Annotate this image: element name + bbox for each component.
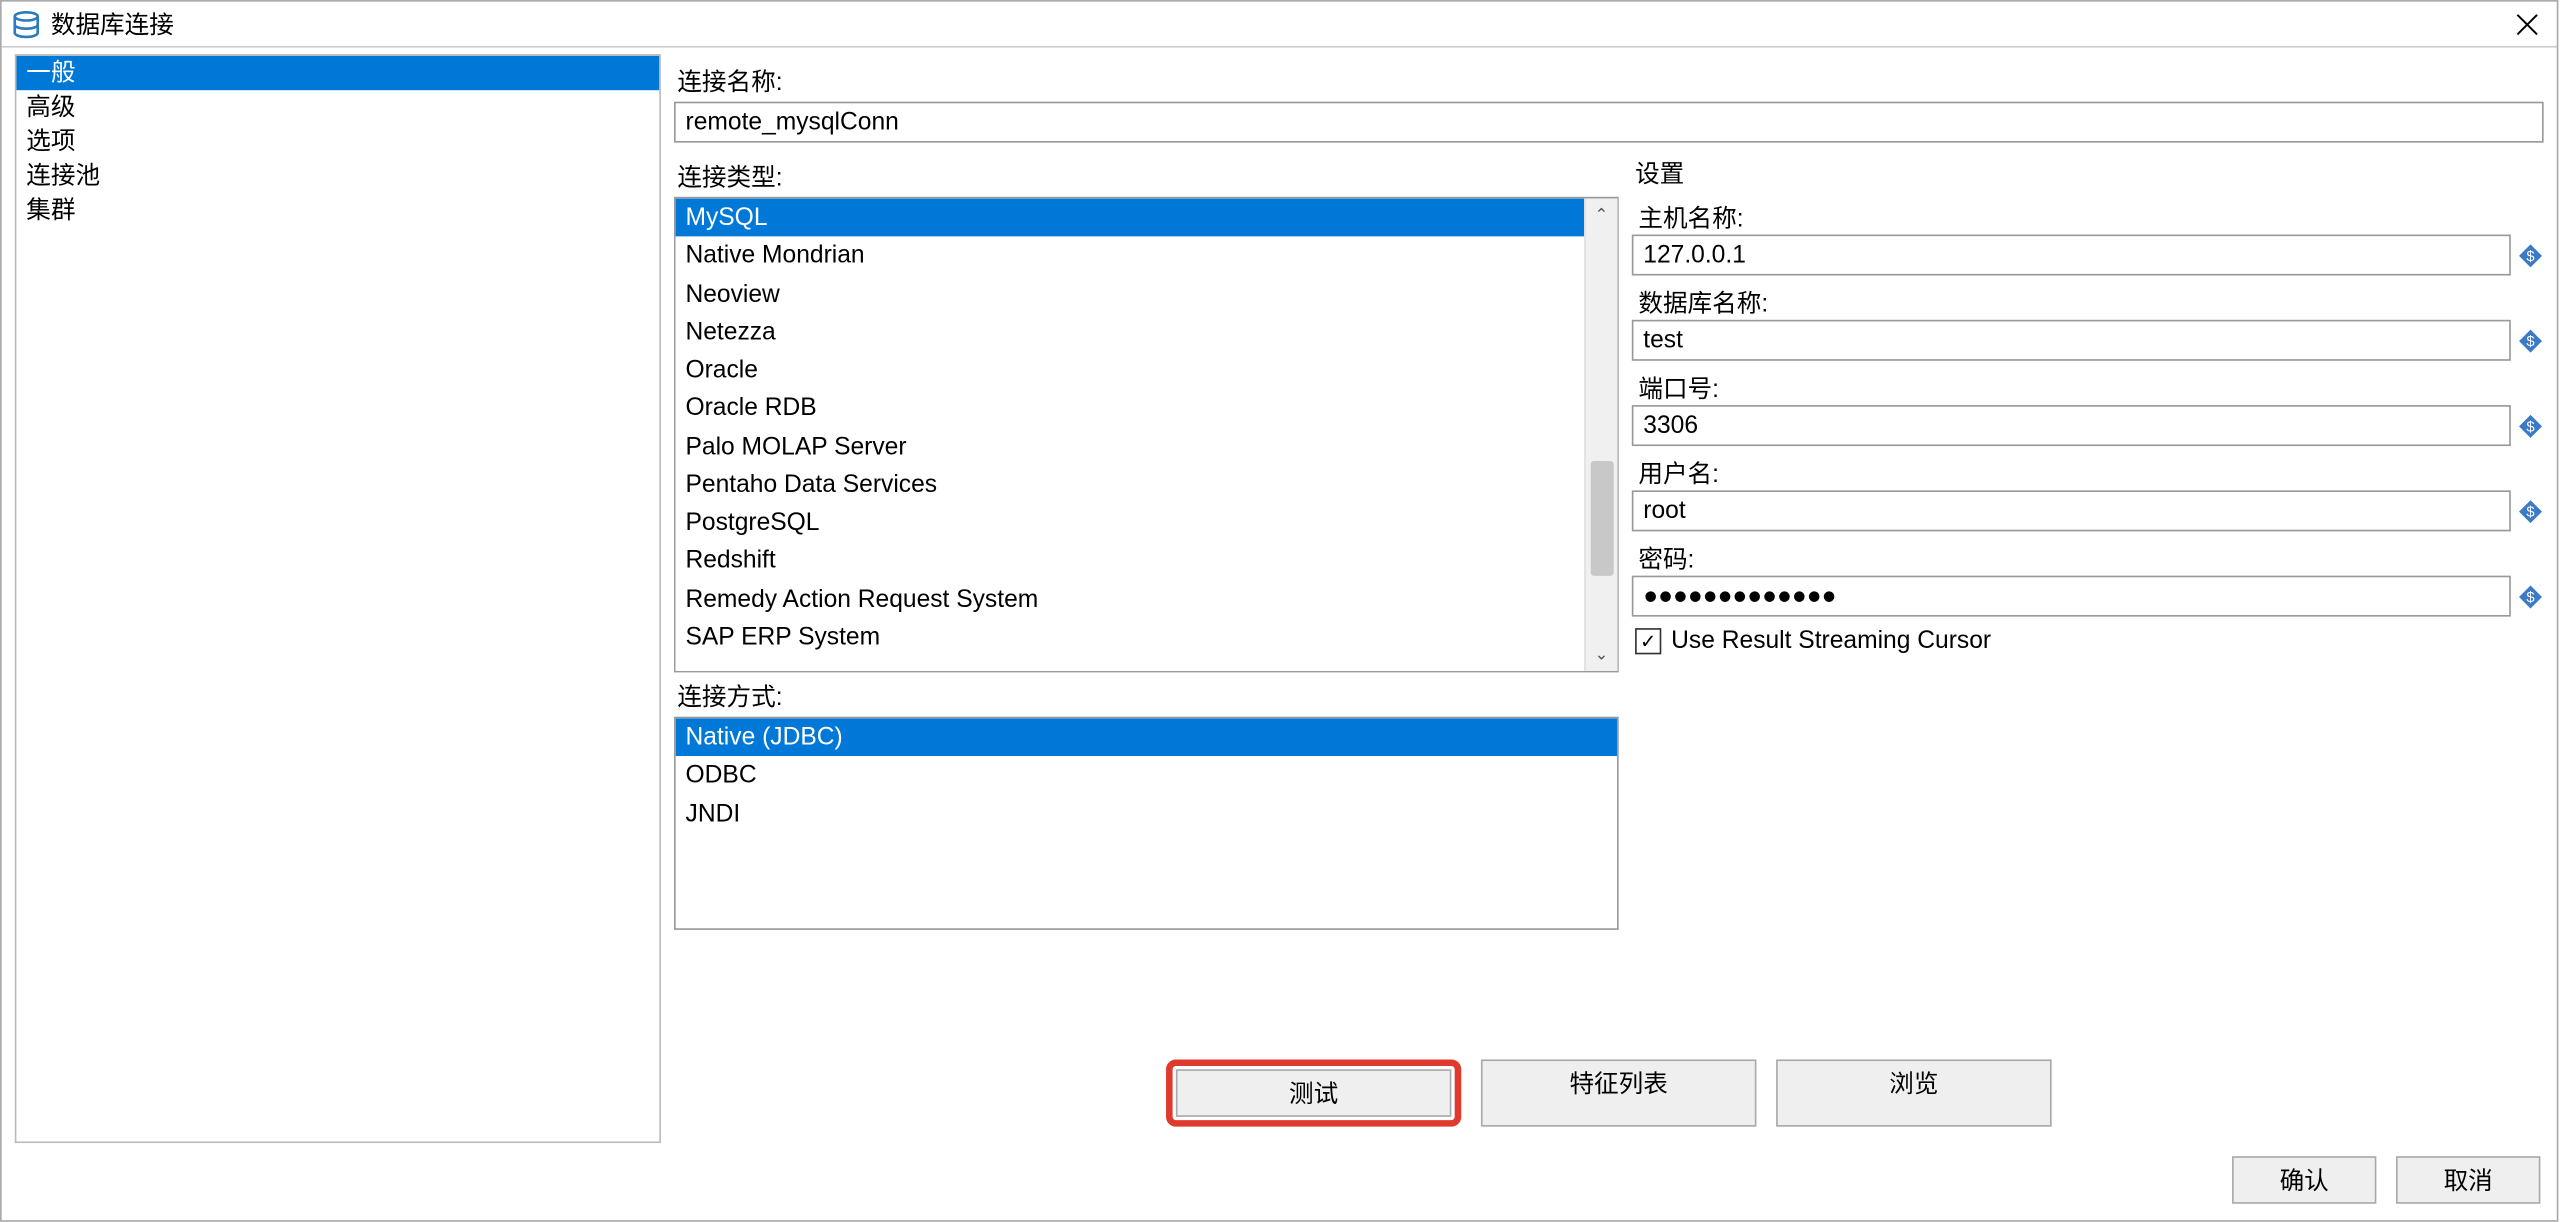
host-label: 主机名称: xyxy=(1632,194,2544,235)
list-item[interactable]: Neoview xyxy=(676,275,1585,313)
database-icon xyxy=(11,9,41,39)
highlight-box: 测试 xyxy=(1166,1059,1461,1126)
port-input[interactable] xyxy=(1632,405,2511,446)
chevron-up-icon[interactable]: ⌃ xyxy=(1585,198,1618,231)
action-buttons: 测试 特征列表 浏览 xyxy=(674,1046,2544,1146)
list-item[interactable]: Pentaho Data Services xyxy=(676,465,1585,503)
variable-icon[interactable]: $ xyxy=(2517,583,2543,609)
connection-name-label: 连接名称: xyxy=(674,57,2544,101)
dialog-buttons: 确认 取消 xyxy=(2,1150,2557,1221)
sidebar-item-label: 一般 xyxy=(26,59,75,87)
list-item[interactable]: Oracle RDB xyxy=(676,389,1585,427)
sidebar-item-label: 选项 xyxy=(26,128,75,156)
variable-icon[interactable]: $ xyxy=(2517,242,2543,268)
dialog-content: 一般 高级 选项 连接池 集群 连接名称: 连接类型: MySQL Native… xyxy=(2,48,2557,1150)
list-item[interactable]: SAP ERP System xyxy=(676,618,1585,656)
connection-method-label: 连接方式: xyxy=(674,672,1619,716)
connection-type-listbox[interactable]: MySQL Native Mondrian Neoview Netezza Or… xyxy=(674,197,1619,673)
svg-text:$: $ xyxy=(2526,419,2534,435)
sidebar-item-label: 连接池 xyxy=(26,162,100,190)
port-label: 端口号: xyxy=(1632,364,2544,405)
cancel-button[interactable]: 取消 xyxy=(2396,1156,2540,1204)
variable-icon[interactable]: $ xyxy=(2517,412,2543,438)
svg-text:$: $ xyxy=(2526,333,2534,349)
titlebar: 数据库连接 xyxy=(2,2,2557,48)
sidebar-item-advanced[interactable]: 高级 xyxy=(16,90,659,124)
list-item[interactable]: Native Mondrian xyxy=(676,237,1585,275)
user-label: 用户名: xyxy=(1632,449,2544,490)
settings-group-label: 设置 xyxy=(1632,153,2544,194)
browse-button[interactable]: 浏览 xyxy=(1776,1059,2052,1126)
sidebar-item-general[interactable]: 一般 xyxy=(16,56,659,90)
list-item[interactable]: ODBC xyxy=(676,756,1617,794)
svg-text:$: $ xyxy=(2526,504,2534,520)
connection-method-listbox[interactable]: Native (JDBC) ODBC JNDI xyxy=(674,717,1619,930)
variable-icon[interactable]: $ xyxy=(2517,498,2543,524)
list-item[interactable]: PostgreSQL xyxy=(676,503,1585,541)
close-icon[interactable] xyxy=(2511,8,2544,41)
password-input[interactable] xyxy=(1632,576,2511,617)
variable-icon[interactable]: $ xyxy=(2517,327,2543,353)
checkbox-icon: ✓ xyxy=(1635,627,1661,653)
db-name-label: 数据库名称: xyxy=(1632,279,2544,320)
list-item[interactable]: Palo MOLAP Server xyxy=(676,427,1585,465)
db-name-input[interactable] xyxy=(1632,320,2511,361)
db-connection-dialog: 数据库连接 一般 高级 选项 连接池 集群 连接名称: 连接类型: xyxy=(0,0,2558,1222)
sidebar-item-pool[interactable]: 连接池 xyxy=(16,159,659,193)
feature-list-button[interactable]: 特征列表 xyxy=(1481,1059,1757,1126)
sidebar-item-options[interactable]: 选项 xyxy=(16,125,659,159)
window-title: 数据库连接 xyxy=(51,7,174,41)
checkbox-label: Use Result Streaming Cursor xyxy=(1671,626,1991,654)
list-item[interactable]: Netezza xyxy=(676,313,1585,351)
category-sidebar: 一般 高级 选项 连接池 集群 xyxy=(15,54,661,1143)
sidebar-item-label: 高级 xyxy=(26,93,75,121)
test-button[interactable]: 测试 xyxy=(1176,1069,1452,1117)
connection-name-input[interactable] xyxy=(674,102,2544,143)
list-item[interactable]: Remedy Action Request System xyxy=(676,580,1585,618)
list-item[interactable]: Oracle xyxy=(676,351,1585,389)
scroll-thumb[interactable] xyxy=(1591,461,1614,576)
svg-text:$: $ xyxy=(2526,248,2534,264)
scrollbar[interactable]: ⌃ ⌄ xyxy=(1584,198,1617,670)
streaming-cursor-checkbox[interactable]: ✓ Use Result Streaming Cursor xyxy=(1632,620,2544,661)
chevron-down-icon[interactable]: ⌄ xyxy=(1585,638,1618,671)
list-item[interactable]: Native (JDBC) xyxy=(676,718,1617,756)
connection-type-label: 连接类型: xyxy=(674,153,1619,197)
sidebar-item-label: 集群 xyxy=(26,197,75,225)
list-item[interactable]: Redshift xyxy=(676,542,1585,580)
list-item[interactable]: MySQL xyxy=(676,198,1585,236)
sidebar-item-cluster[interactable]: 集群 xyxy=(16,194,659,228)
svg-text:$: $ xyxy=(2526,589,2534,605)
host-input[interactable] xyxy=(1632,235,2511,276)
list-item[interactable]: JNDI xyxy=(676,795,1617,833)
ok-button[interactable]: 确认 xyxy=(2232,1156,2376,1204)
main-panel: 连接名称: 连接类型: MySQL Native Mondrian Neovie… xyxy=(664,51,2553,1147)
user-input[interactable] xyxy=(1632,490,2511,531)
password-label: 密码: xyxy=(1632,535,2544,576)
